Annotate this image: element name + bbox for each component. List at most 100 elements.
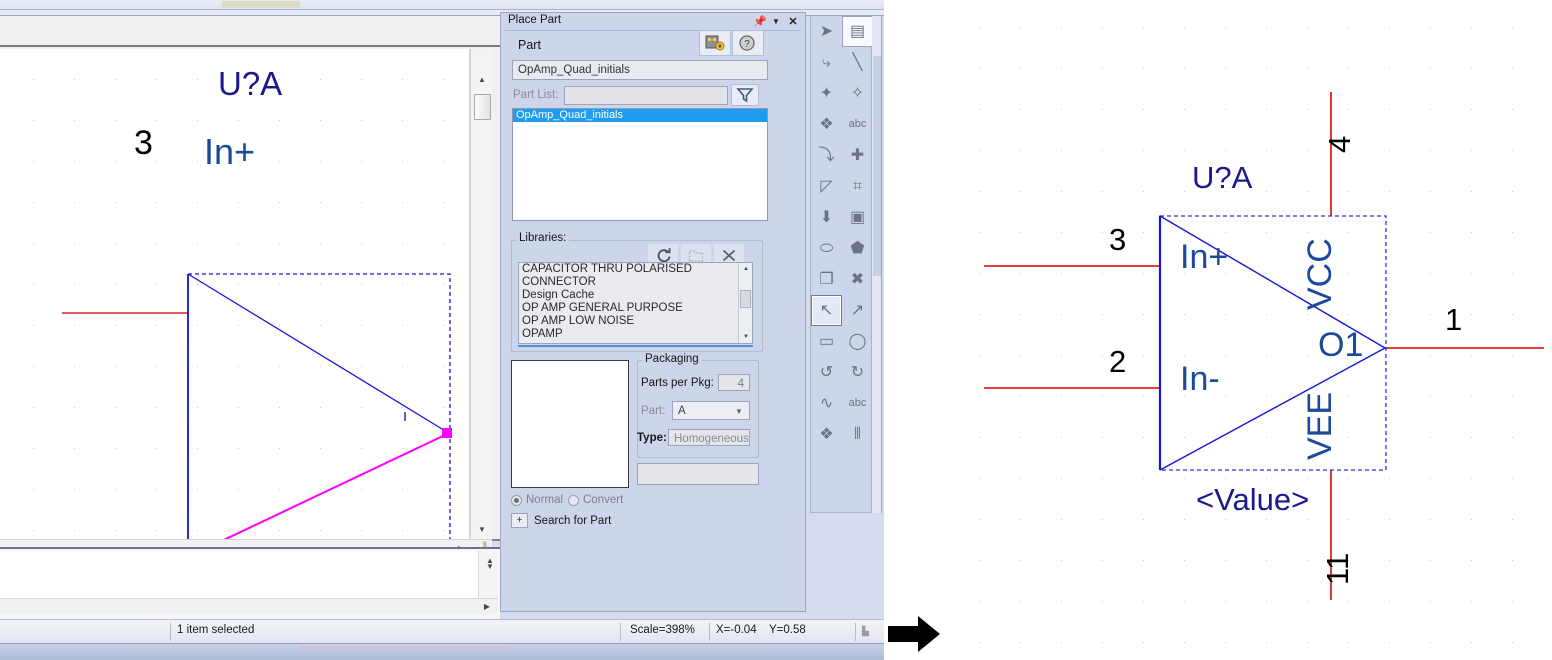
schematic-canvas-frame: U?A 3 In+ ▲ ▼ ▶ ▙ [0,16,500,556]
place-text-tool[interactable]: abc [842,109,873,140]
libraries-scroll-down-icon[interactable]: ▼ [741,332,751,342]
place-part-titlebar: Place Part 📌 ▼ ✕ [501,13,805,30]
libraries-scroll-up-icon[interactable]: ▲ [741,264,751,274]
search-for-part-button[interactable]: + Search for Part [511,513,611,528]
place-line-tool[interactable]: ╲ [842,47,873,78]
no-connect-tool[interactable]: ✖ [842,264,873,295]
place-part-icon [705,35,725,51]
libraries-list-underline [518,345,753,347]
part-label: Part [518,38,541,52]
canvas-vertical-scroll-thumb[interactable] [474,94,491,120]
library-list-item[interactable]: CAPACITOR THRU POLARISED [519,263,752,276]
rotate-ccw-tool[interactable]: ↺ [811,357,842,388]
rotate-cw-icon: ↻ [850,363,865,381]
canvas-vertical-scrollbar[interactable]: ▲ ▼ [470,49,492,539]
library-list-item[interactable]: OP AMP GENERAL PURPOSE [519,302,752,315]
auto-hide-pin-icon[interactable]: 📌 [753,14,767,28]
place-block-tool[interactable]: ▣ [842,202,873,233]
palette-scrollbar[interactable] [872,16,882,513]
scroll-down-icon[interactable]: ▼ [474,521,490,537]
place-netalias-tool[interactable]: ⌗ [842,171,873,202]
edit-shape-tool[interactable]: ↗ [842,295,873,326]
libraries-scrollbar[interactable]: ▲ ▼ [738,263,752,343]
place-bus-tool[interactable]: ◸ [811,171,842,202]
expand-plus-icon[interactable]: + [511,513,528,528]
pin-number-1: 1 [1445,302,1463,337]
filter-button[interactable] [731,84,759,106]
output-scroll-right-icon[interactable]: ▶ [480,600,494,613]
lasso-select-tool[interactable]: ◯ [842,326,873,357]
taskbar-strip [0,643,884,660]
place-offpage-tool[interactable]: ⬟ [842,233,873,264]
scroll-up-icon[interactable]: ▲ [474,71,490,87]
move-origin-tool[interactable]: ❖ [811,419,842,450]
library-list-item[interactable]: OP AMP LOW NOISE [519,315,752,328]
place-picture-icon: ❐ [819,270,834,288]
add-text-tool[interactable]: abc [842,388,873,419]
add-library-icon [688,249,704,262]
left-triangle-upper-edge [187,273,448,433]
select-pointer-tool[interactable]: ↖ [811,295,842,326]
convert-radio[interactable]: Convert [568,494,623,506]
status-resize-grip-icon[interactable]: ▙ [862,626,869,637]
left-bounding-box [187,273,451,539]
place-pin-tool[interactable]: ⤷ [811,47,842,78]
libraries-scroll-thumb[interactable] [740,290,751,308]
pin-number-11: 11 [1320,552,1355,585]
select-tool[interactable]: ➤ [811,16,842,47]
part-result-row[interactable]: OpAmp_Quad_initials [513,109,767,122]
pin-number-2: 2 [1109,344,1127,379]
panel-menu-icon[interactable]: ▼ [769,14,783,28]
chevron-down-icon[interactable]: ▼ [735,407,743,416]
zoom-area-tool[interactable]: ▭ [811,326,842,357]
libraries-list[interactable]: CAPACITOR THRU POLARISED CONNECTOR Design … [518,262,753,344]
library-list-item[interactable]: OPAMP [519,328,752,341]
library-list-item[interactable]: CONNECTOR [519,276,752,289]
screenshot-root: U?A 3 In+ ▲ ▼ ▶ ▙ ▲ ▼ ▶ [0,0,1552,660]
left-refdes-label: U?A [218,65,283,102]
schematic-canvas[interactable]: U?A 3 In+ [0,49,470,539]
symbol-value-label: <Value> [1196,482,1310,517]
place-rectangle-tool[interactable]: ❖ [811,109,842,140]
rotate-cw-tool[interactable]: ↻ [842,357,873,388]
left-pin3-name: In+ [204,131,256,172]
place-junction-tool[interactable]: ✚ [842,140,873,171]
completed-symbol-panel: U?A <Value> 3 2 4 11 1 In+ In- VCC VEE O… [944,0,1552,660]
lasso-select-icon: ◯ [848,332,867,350]
output-vertical-scrollbar[interactable]: ▲ ▼ [478,551,498,598]
help-button[interactable]: ? [732,30,764,56]
part-results-list[interactable]: OpAmp_Quad_initials [512,108,768,221]
radio-convert-indicator [568,494,579,506]
place-ieee-symbol-icon: ✦ [819,84,834,102]
place-part-icon: ▤ [849,22,866,40]
place-arc-tool[interactable]: ⤵ [811,140,842,171]
pin-array-tool[interactable]: ⫴ [842,419,873,450]
place-part-action-button[interactable] [699,30,731,56]
palette-scroll-thumb[interactable] [873,56,881,276]
place-pin-icon: ⤷ [822,53,831,71]
output-scroll-down-icon[interactable]: ▼ [482,558,498,574]
output-horizontal-scrollbar[interactable]: ▶ [0,598,498,614]
libraries-label: Libraries: [516,232,570,244]
part-name-input[interactable]: OpAmp_Quad_initials [512,60,768,80]
library-list-item[interactable]: Design Cache [519,289,752,302]
normal-radio[interactable]: Normal [511,494,563,506]
active-tab-stub[interactable] [222,1,300,8]
place-picture-tool[interactable]: ❐ [811,264,842,295]
right-arrow-icon [888,616,940,652]
place-ieee-symbol-tool[interactable]: ✦ [811,78,842,109]
output-text-area[interactable] [0,551,478,598]
parts-per-pkg-label: Parts per Pkg: [641,377,714,389]
pin-number-4: 4 [1322,135,1357,153]
close-icon[interactable]: ✕ [786,14,800,28]
place-polyline-tool[interactable]: ✧ [842,78,873,109]
place-ellipse-tool[interactable]: ⬭ [811,233,842,264]
place-part-tool[interactable]: ▤ [842,16,873,47]
place-poweritem-tool[interactable]: ⬇ [811,202,842,233]
status-x-coordinate: X=-0.04 [716,624,757,636]
place-arc-icon: ⤵ [818,146,835,164]
add-text-icon: abc [848,397,867,409]
packaging-extra-field[interactable] [637,463,759,485]
edit-curve-tool[interactable]: ∿ [811,388,842,419]
part-list-input[interactable] [564,86,728,105]
